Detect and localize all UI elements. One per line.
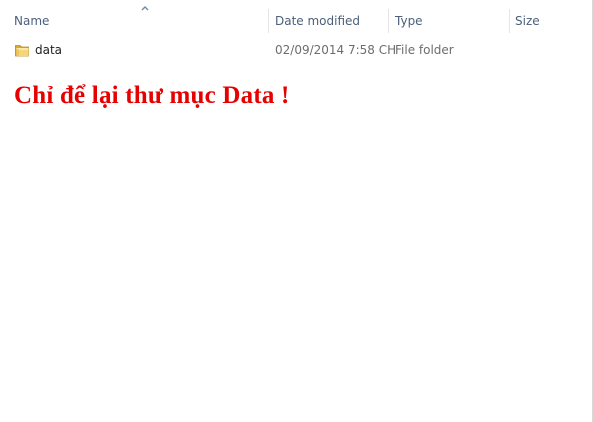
annotation-note: Chỉ để lại thư mục Data ! [14,82,290,109]
file-type: File folder [395,43,454,57]
column-header-date-modified[interactable]: Date modified [269,8,388,34]
file-row[interactable]: data 02/09/2014 7:58 CH File folder [0,39,592,61]
file-name: data [35,43,63,57]
sort-up-icon [141,6,149,11]
column-header-type-label: Type [395,14,423,28]
column-header-type[interactable]: Type [389,8,509,34]
column-header-row: Name Date modified Type Size [0,6,592,34]
folder-icon [15,45,29,57]
file-list-pane: Name Date modified Type Size data 02/09/… [0,0,593,422]
file-date-modified: 02/09/2014 7:58 CH [275,43,397,57]
column-header-name[interactable]: Name [8,6,269,34]
column-header-size-label: Size [515,14,540,28]
column-header-date-label: Date modified [275,14,361,28]
column-header-size[interactable]: Size [509,8,589,34]
column-header-name-label: Name [14,14,50,28]
